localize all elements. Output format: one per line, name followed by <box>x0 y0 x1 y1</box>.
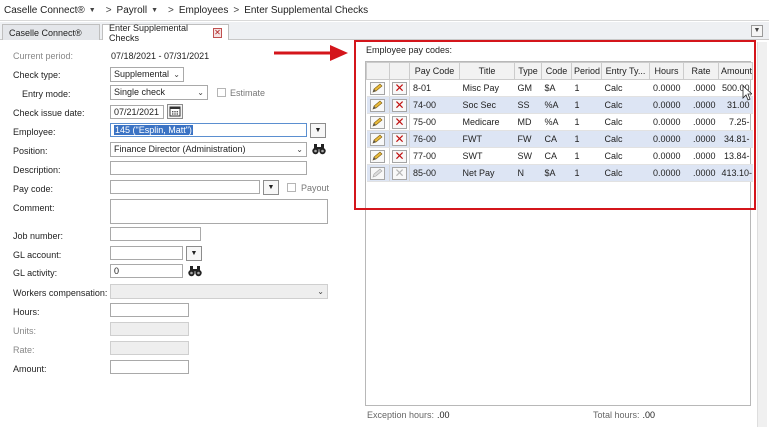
gl-account-input[interactable] <box>110 246 183 260</box>
entry-mode-value: Single check <box>114 87 166 97</box>
description-input[interactable] <box>110 161 307 175</box>
amount-label: Amount: <box>13 364 47 374</box>
units-label: Units: <box>13 326 37 336</box>
rate-input[interactable] <box>110 341 189 355</box>
position-lookup-button[interactable] <box>311 142 327 157</box>
position-value: Finance Director (Administration) <box>114 144 246 154</box>
payout-label: Payout <box>301 183 330 193</box>
chevron-down-icon: ▼ <box>190 250 198 257</box>
payout-checkbox[interactable] <box>287 183 296 192</box>
entry-mode-label: Entry mode: <box>22 89 71 99</box>
calendar-icon <box>169 106 181 117</box>
vertical-scrollbar[interactable] <box>757 42 767 427</box>
breadcrumb-employees[interactable]: Employees <box>179 5 228 16</box>
workers-comp-label: Workers compensation: <box>13 288 108 298</box>
position-select[interactable]: Finance Director (Administration) ⌄ <box>110 142 307 157</box>
job-number-label: Job number: <box>13 231 64 241</box>
current-period-value: 07/18/2021 - 07/31/2021 <box>111 51 210 61</box>
close-icon[interactable]: ✕ <box>212 27 222 38</box>
dropdown-triangle-icon[interactable]: ▼ <box>151 7 158 14</box>
separator-icon: > <box>233 4 240 16</box>
employee-label: Employee: <box>13 127 56 137</box>
annotation-highlight-box <box>354 40 756 210</box>
breadcrumb-label: Employees <box>178 4 229 16</box>
chevron-down-icon: ⌄ <box>296 145 303 154</box>
mouse-cursor-icon <box>742 85 752 101</box>
gl-activity-input[interactable]: 0 <box>110 264 183 278</box>
total-hours: Total hours: .00 <box>593 410 655 420</box>
calendar-button[interactable] <box>167 104 183 119</box>
workers-comp-select[interactable]: ⌄ <box>110 284 328 299</box>
comment-textarea[interactable] <box>110 199 328 224</box>
hours-label: Hours: <box>13 307 40 317</box>
exception-hours-value: .00 <box>437 410 450 420</box>
breadcrumb-enter-supplemental-checks: Enter Supplemental Checks <box>244 5 368 16</box>
breadcrumb-caselle[interactable]: Caselle Connect® ▼ <box>4 5 101 16</box>
estimate-checkbox[interactable] <box>217 88 226 97</box>
gl-activity-value: 0 <box>114 266 120 276</box>
check-type-select[interactable]: Supplemental ⌄ <box>110 67 184 82</box>
exception-hours: Exception hours: .00 <box>367 410 450 420</box>
gl-activity-label: GL activity: <box>13 268 58 278</box>
hours-input[interactable] <box>110 303 189 317</box>
gl-account-label: GL account: <box>13 250 62 260</box>
binoculars-icon <box>312 144 326 155</box>
units-input[interactable] <box>110 322 189 336</box>
estimate-label: Estimate <box>230 88 266 98</box>
check-issue-date-input[interactable]: 07/21/2021 <box>110 105 164 119</box>
position-label: Position: <box>13 146 48 156</box>
gl-activity-lookup-button[interactable] <box>187 264 203 279</box>
tab-enter-supplemental-checks[interactable]: Enter Supplemental Checks ✕ <box>102 22 229 43</box>
rate-label: Rate: <box>13 345 35 355</box>
description-label: Description: <box>13 165 61 175</box>
check-issue-date-label: Check issue date: <box>13 108 85 118</box>
pay-code-label: Pay code: <box>13 184 54 194</box>
breadcrumb: Caselle Connect® ▼ > Payroll ▼ > Employees… <box>0 0 769 21</box>
tab-menu-chevron-down-icon[interactable]: ▼ <box>751 25 763 37</box>
chevron-down-icon: ⌄ <box>197 88 204 97</box>
employee-value: 145 ("Esplin, Matt") <box>114 125 193 135</box>
job-number-input[interactable] <box>110 227 201 241</box>
tab-label: Caselle Connect® <box>9 27 82 38</box>
tab-strip: Caselle Connect® Enter Supplemental Chec… <box>0 22 769 43</box>
tab-label: Enter Supplemental Checks <box>109 22 189 43</box>
chevron-down-icon: ▼ <box>314 127 322 134</box>
current-period-label: Current period: <box>13 51 74 61</box>
total-hours-label: Total hours: <box>593 410 640 420</box>
separator-icon: > <box>168 4 174 16</box>
check-issue-date-value: 07/21/2021 <box>114 107 160 117</box>
gl-account-dropdown-button[interactable]: ▼ <box>186 246 202 261</box>
separator-icon: > <box>105 4 112 16</box>
check-type-value: Supplemental <box>114 69 170 79</box>
exception-hours-label: Exception hours: <box>367 410 435 420</box>
annotation-arrow <box>274 45 348 61</box>
entry-mode-select[interactable]: Single check ⌄ <box>110 85 208 100</box>
breadcrumb-label: Enter Supplemental Checks <box>244 4 369 16</box>
check-type-label: Check type: <box>13 70 61 80</box>
breadcrumb-label: Caselle Connect® <box>4 4 85 16</box>
employee-dropdown-button[interactable]: ▼ <box>310 123 326 138</box>
amount-input[interactable] <box>110 360 189 374</box>
chevron-down-icon: ▼ <box>267 184 275 191</box>
chevron-down-icon: ⌄ <box>317 287 324 296</box>
pay-code-input[interactable] <box>110 180 260 194</box>
comment-label: Comment: <box>13 203 55 213</box>
pay-code-dropdown-button[interactable]: ▼ <box>263 180 279 195</box>
breadcrumb-payroll[interactable]: Payroll ▼ <box>117 5 164 16</box>
total-hours-value: .00 <box>642 410 656 420</box>
dropdown-triangle-icon[interactable]: ▼ <box>89 7 96 14</box>
binoculars-icon <box>188 266 202 277</box>
employee-input[interactable]: 145 ("Esplin, Matt") <box>110 123 307 137</box>
chevron-down-icon: ⌄ <box>173 70 180 79</box>
breadcrumb-label: Payroll <box>116 4 148 16</box>
tab-caselle-connect[interactable]: Caselle Connect® <box>2 24 100 40</box>
